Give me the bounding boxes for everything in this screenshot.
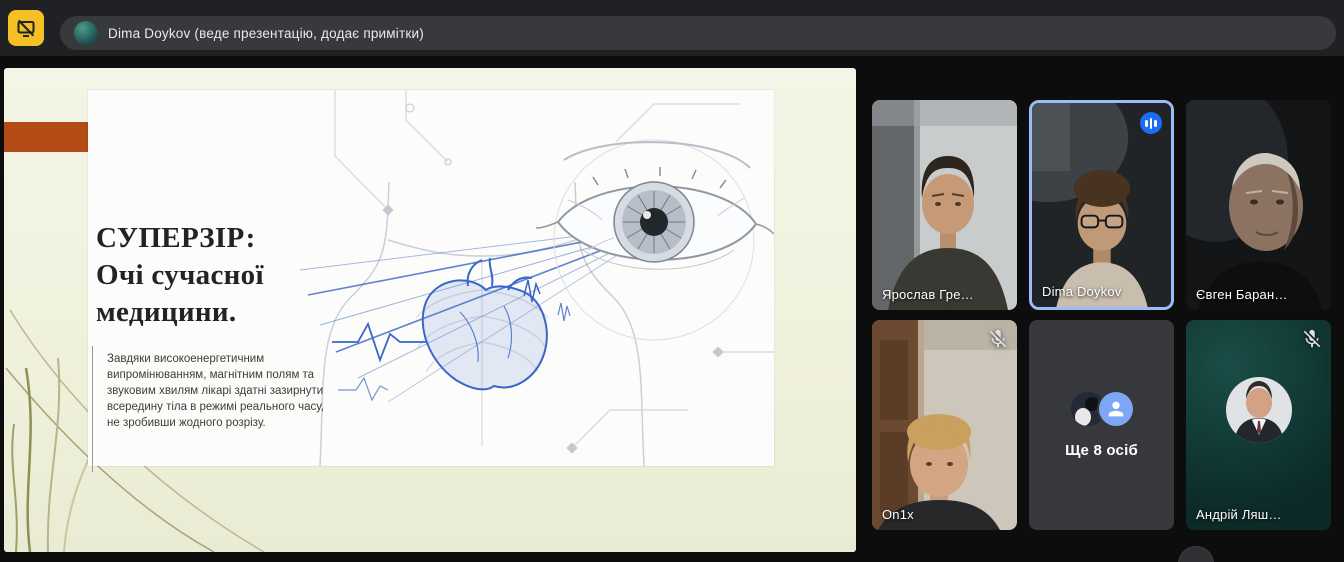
participant-tile-yaroslav[interactable]: Ярослав Гре…	[872, 100, 1017, 310]
participant-name: On1x	[882, 507, 914, 522]
participant-video	[1186, 100, 1331, 310]
shared-presentation[interactable]: СУПЕРЗІР: Очі сучасної медицини. Завдяки…	[4, 68, 856, 552]
more-participants-tile[interactable]: Ще 8 осіб	[1029, 320, 1174, 530]
top-bar: Dima Doykov (веде презентацію, додає при…	[0, 0, 1344, 56]
participant-video	[872, 320, 1017, 530]
participant-tile-andriy[interactable]: Андрій Ляш…	[1186, 320, 1331, 530]
mic-off-icon	[1301, 328, 1323, 350]
eye-illustration	[536, 140, 774, 340]
slide-title-line3: медицини.	[96, 294, 264, 331]
participant-tile-yevhen[interactable]: Євген Баран…	[1186, 100, 1331, 310]
participant-grid: Ярослав Гре… Dima	[872, 100, 1331, 530]
presenter-banner-text: Dima Doykov (веде презентацію, додає при…	[108, 26, 424, 41]
participant-name: Ярослав Гре…	[882, 287, 974, 302]
audio-activity-indicator	[1140, 112, 1162, 134]
slide-title-line1: СУПЕРЗІР:	[96, 220, 264, 257]
more-participants-label: Ще 8 осіб	[1065, 442, 1138, 459]
slide-title: СУПЕРЗІР: Очі сучасної медицини.	[96, 220, 264, 331]
participant-tile-dima[interactable]: Dima Doykov	[1029, 100, 1174, 310]
cropped-control-button[interactable]	[1178, 546, 1214, 562]
participant-video	[872, 100, 1017, 310]
heart-illustration	[332, 258, 547, 400]
participant-avatar	[1226, 377, 1292, 443]
person-icon	[1105, 398, 1127, 420]
avatar-stack	[1071, 392, 1133, 426]
participant-tile-on1x[interactable]: On1x	[872, 320, 1017, 530]
slide-body-text: Завдяки високоенергетичним випромінюванн…	[107, 351, 328, 431]
participant-name: Dima Doykov	[1042, 284, 1122, 299]
presentation-paused-button[interactable]	[8, 10, 44, 46]
generic-person-avatar	[1099, 392, 1133, 426]
slide-divider-line	[92, 346, 93, 472]
participant-name: Андрій Ляш…	[1196, 507, 1282, 522]
participant-name: Євген Баран…	[1196, 287, 1288, 302]
avatar-photo	[1226, 377, 1292, 443]
slide-title-line2: Очі сучасної	[96, 257, 264, 294]
meet-window: Dima Doykov (веде презентацію, додає при…	[0, 0, 1344, 562]
slide-accent-bar	[4, 122, 90, 152]
presentation-off-icon	[16, 18, 36, 38]
presenter-avatar	[74, 21, 98, 45]
mic-off-icon	[987, 328, 1009, 350]
presenter-banner: Dima Doykov (веде презентацію, додає при…	[60, 16, 1336, 50]
